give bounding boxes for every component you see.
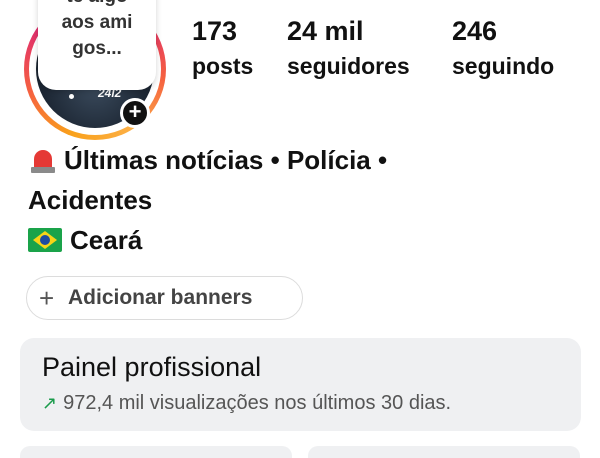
stat-value: 246 [452, 16, 498, 46]
stat-followers[interactable]: 24 mil seguidores [287, 14, 410, 84]
action-button-partial[interactable] [20, 446, 292, 458]
bio-line: Últimas notícias • Polícia • [28, 140, 387, 180]
professional-dashboard-card[interactable]: Painel profissional ↗ 972,4 mil visualiza… [20, 338, 581, 431]
stat-label: posts [192, 53, 254, 79]
stat-posts[interactable]: 173 posts [192, 14, 253, 84]
stat-value: 173 [192, 16, 238, 46]
stat-label: seguidores [287, 53, 410, 79]
note-line: te algo [38, 0, 156, 10]
add-banners-button[interactable]: + Adicionar banners [26, 276, 303, 320]
stat-value: 24 mil [287, 16, 364, 46]
note-line: gos... [72, 38, 122, 59]
profile-note-bubble[interactable]: te algo aos ami gos... [38, 0, 156, 90]
brazil-flag-icon [28, 228, 62, 252]
bio-line: Ceará [28, 220, 387, 260]
add-story-button[interactable]: + [120, 98, 150, 128]
trend-up-icon: ↗ [42, 393, 58, 413]
bio-line: Acidentes [28, 185, 153, 215]
note-line: aos ami [61, 12, 133, 33]
dashboard-title: Painel profissional [42, 352, 262, 382]
stat-following[interactable]: 246 seguindo [452, 14, 554, 84]
add-banners-label: Adicionar banners [68, 286, 253, 309]
stat-label: seguindo [452, 53, 555, 79]
police-siren-icon [28, 144, 58, 174]
profile-bio: Últimas notícias • Polícia • Acidentes C… [28, 140, 387, 260]
action-button-partial[interactable] [308, 446, 580, 458]
plus-icon: + [39, 283, 55, 313]
dashboard-subtitle: ↗ 972,4 mil visualizações nos últimos 30 … [42, 392, 452, 414]
profile-avatar[interactable]: 24l2 te algo aos ami gos... + [24, 0, 166, 140]
